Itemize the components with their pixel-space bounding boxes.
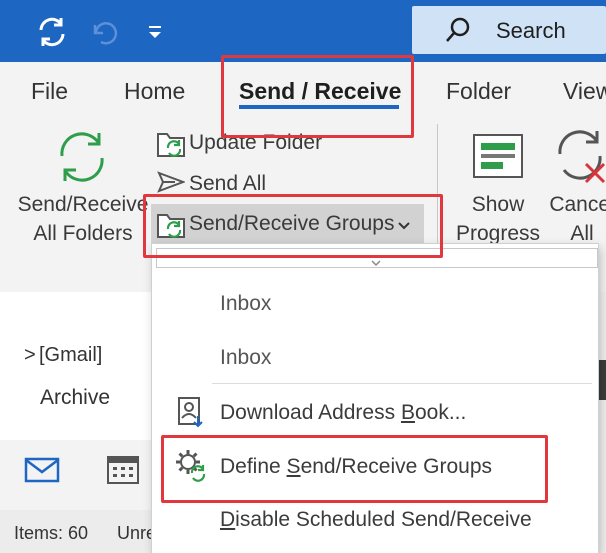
update-folder-icon bbox=[156, 130, 188, 163]
sync-icon[interactable] bbox=[34, 14, 70, 50]
folder-gmail[interactable]: [Gmail] bbox=[39, 344, 102, 367]
send-receive-all-line1: Send/Receive bbox=[17, 193, 149, 216]
calendar-icon[interactable] bbox=[106, 453, 140, 490]
tab-view[interactable]: View bbox=[563, 78, 606, 105]
search-icon bbox=[444, 16, 472, 49]
highlight-define-groups bbox=[161, 435, 548, 503]
send-receive-all-folders-button[interactable]: Send/Receive All Folders bbox=[8, 190, 158, 248]
expand-chevron-icon[interactable]: > bbox=[24, 344, 36, 367]
disable-scheduled-text-post: isable Scheduled Send/Receive bbox=[235, 508, 532, 531]
highlight-send-receive-groups bbox=[143, 194, 443, 258]
mail-icon[interactable] bbox=[24, 456, 60, 489]
menu-separator bbox=[212, 383, 592, 384]
menu-item-inbox-1[interactable]: Inbox bbox=[220, 292, 271, 316]
download-address-book-text-pre: Download Address bbox=[220, 401, 401, 424]
cancel-all-icon bbox=[554, 128, 606, 189]
tab-folder[interactable]: Folder bbox=[446, 78, 511, 105]
download-address-book-text-post: ook... bbox=[414, 401, 467, 424]
customize-quick-access-icon[interactable] bbox=[137, 14, 173, 50]
cancel-all-button[interactable]: Cancel All bbox=[545, 190, 606, 248]
address-book-icon bbox=[176, 396, 204, 433]
send-receive-groups-menu bbox=[152, 244, 598, 553]
highlight-send-receive-tab bbox=[221, 55, 414, 138]
send-all-button[interactable]: Send All bbox=[189, 172, 266, 196]
menu-item-inbox-2[interactable]: Inbox bbox=[220, 346, 271, 370]
menu-item-download-address-book[interactable]: Download Address Book... bbox=[220, 401, 466, 425]
send-receive-all-line2: All Folders bbox=[33, 222, 133, 245]
folder-archive[interactable]: Archive bbox=[40, 386, 110, 410]
show-progress-icon bbox=[471, 132, 525, 187]
show-progress-button[interactable]: Show Progress bbox=[448, 190, 548, 248]
tab-home[interactable]: Home bbox=[124, 78, 185, 105]
show-progress-line1: Show bbox=[471, 193, 525, 216]
reading-pane-edge bbox=[598, 292, 606, 553]
undo-icon[interactable] bbox=[86, 14, 122, 50]
download-address-book-accesskey: B bbox=[400, 401, 415, 424]
menu-item-disable-scheduled-send-receive[interactable]: Disable Scheduled Send/Receive bbox=[220, 508, 532, 532]
cancel-all-line1: Cancel bbox=[549, 193, 606, 216]
title-bar: Search bbox=[0, 0, 606, 62]
status-items-count: Items: 60 bbox=[14, 523, 89, 543]
send-receive-all-icon bbox=[52, 130, 112, 189]
search-label: Search bbox=[496, 18, 566, 43]
status-unread: Unre bbox=[117, 523, 157, 543]
tab-file[interactable]: File bbox=[31, 78, 68, 105]
search-box[interactable]: Search bbox=[412, 6, 606, 54]
disable-scheduled-accesskey: D bbox=[220, 508, 236, 531]
